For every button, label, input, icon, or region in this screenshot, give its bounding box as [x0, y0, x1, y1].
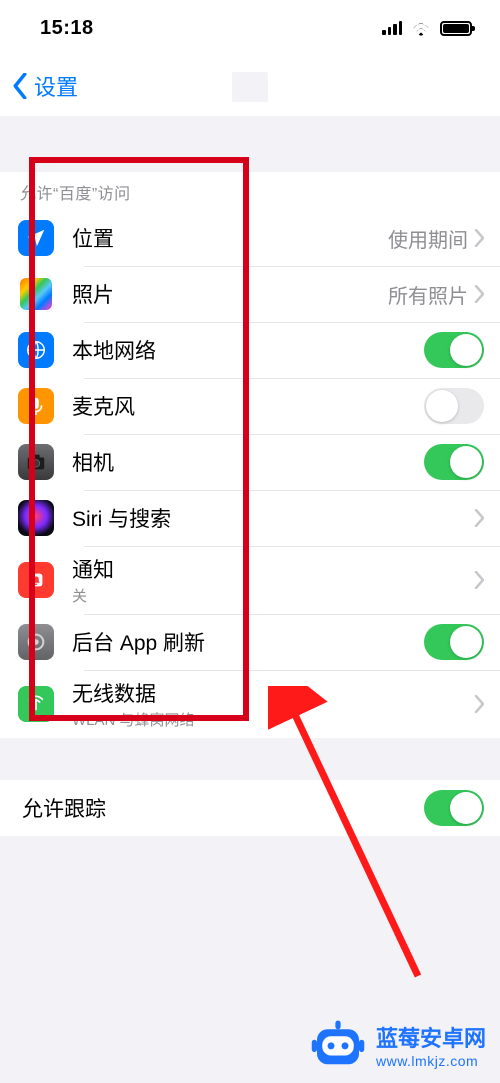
section-header-allow-access: 允许“百度”访问 — [0, 172, 500, 210]
camera-icon — [18, 444, 54, 480]
row-camera-title: 相机 — [72, 447, 424, 477]
row-photos-title: 照片 — [72, 279, 388, 309]
antenna-icon — [18, 686, 54, 722]
toggle-local-network[interactable] — [424, 332, 484, 368]
location-icon — [18, 220, 54, 256]
robot-icon — [310, 1017, 366, 1073]
chevron-right-icon — [474, 571, 484, 589]
title-redaction — [232, 72, 268, 102]
gear-icon — [18, 624, 54, 660]
toggle-camera[interactable] — [424, 444, 484, 480]
battery-icon — [440, 21, 472, 36]
row-microphone-title: 麦克风 — [72, 391, 424, 421]
row-camera[interactable]: 相机 — [0, 434, 500, 490]
row-photos-detail: 所有照片 — [388, 280, 468, 309]
status-time: 15:18 — [40, 17, 94, 40]
photos-icon — [18, 276, 54, 312]
microphone-icon — [18, 388, 54, 424]
wifi-icon — [410, 20, 432, 36]
row-siri-title: Siri 与搜索 — [72, 503, 474, 533]
row-local-network-title: 本地网络 — [72, 335, 424, 365]
globe-icon — [18, 332, 54, 368]
tracking-group: 允许跟踪 — [0, 780, 500, 836]
bell-icon — [18, 562, 54, 598]
back-label: 设置 — [34, 70, 78, 102]
watermark-name: 蓝莓安卓网 — [376, 1021, 486, 1053]
chevron-right-icon — [474, 509, 484, 527]
row-microphone[interactable]: 麦克风 — [0, 378, 500, 434]
row-location[interactable]: 位置 使用期间 — [0, 210, 500, 266]
row-location-title: 位置 — [72, 223, 388, 253]
row-bgrefresh-title: 后台 App 刷新 — [72, 627, 424, 657]
row-notifications-sub: 关 — [72, 585, 474, 606]
watermark-url: www.lmkjz.com — [376, 1053, 486, 1069]
row-siri-search[interactable]: Siri 与搜索 — [0, 490, 500, 546]
chevron-right-icon — [474, 695, 484, 713]
row-tracking-title: 允许跟踪 — [22, 793, 424, 823]
row-notifications-title: 通知 — [72, 554, 474, 584]
row-photos[interactable]: 照片 所有照片 — [0, 266, 500, 322]
row-location-detail: 使用期间 — [388, 224, 468, 253]
row-wireless-sub: WLAN 与蜂窝网络 — [72, 709, 474, 730]
watermark: 蓝莓安卓网 www.lmkjz.com — [296, 1007, 500, 1083]
row-wireless-title: 无线数据 — [72, 678, 474, 708]
toggle-microphone[interactable] — [424, 388, 484, 424]
status-icons — [382, 20, 472, 36]
toggle-background-refresh[interactable] — [424, 624, 484, 660]
row-wireless-data[interactable]: 无线数据 WLAN 与蜂窝网络 — [0, 670, 500, 738]
toggle-allow-tracking[interactable] — [424, 790, 484, 826]
permission-group: 允许“百度”访问 位置 使用期间 照片 所有照片 本地网络 — [0, 172, 500, 738]
chevron-right-icon — [474, 229, 484, 247]
siri-icon — [18, 500, 54, 536]
status-bar: 15:18 — [0, 0, 500, 56]
back-button[interactable]: 设置 — [12, 70, 78, 102]
row-local-network[interactable]: 本地网络 — [0, 322, 500, 378]
row-notifications[interactable]: 通知 关 — [0, 546, 500, 614]
row-background-refresh[interactable]: 后台 App 刷新 — [0, 614, 500, 670]
chevron-right-icon — [474, 285, 484, 303]
cellular-signal-icon — [382, 21, 402, 35]
row-allow-tracking[interactable]: 允许跟踪 — [0, 780, 500, 836]
chevron-left-icon — [12, 73, 28, 99]
